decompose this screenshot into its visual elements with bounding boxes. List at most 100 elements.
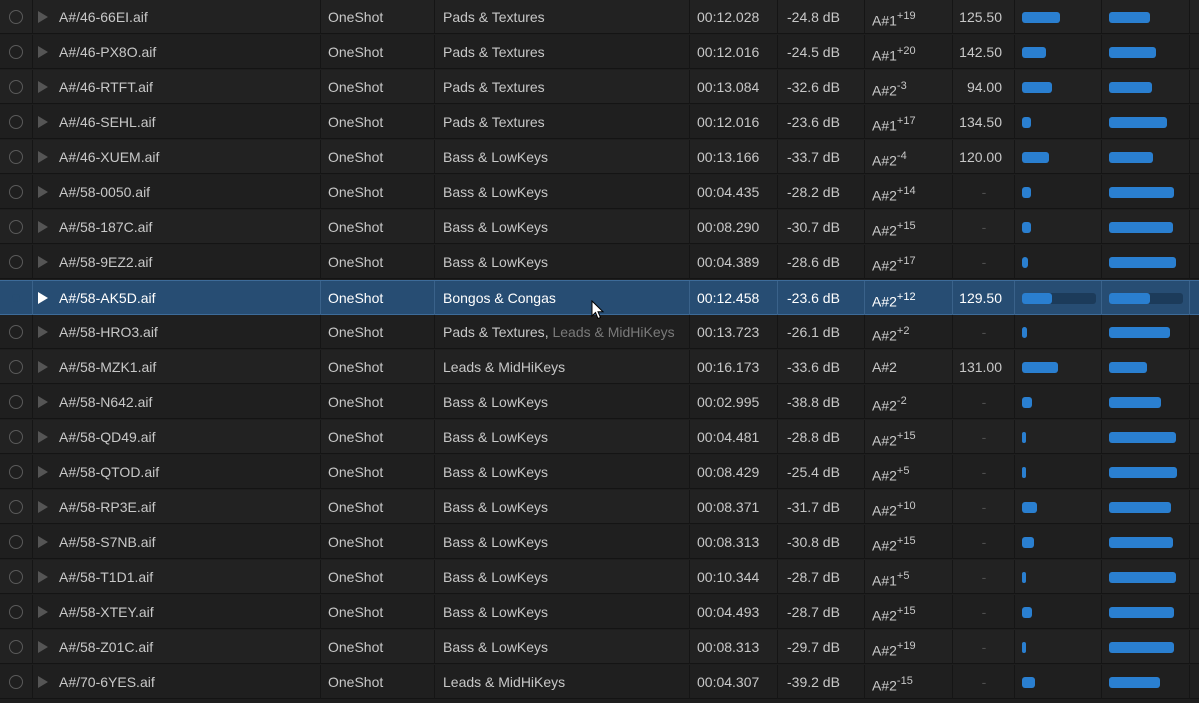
select-radio[interactable] (9, 605, 23, 619)
table-row[interactable]: A#/58-T1D1.aif OneShot Bass & LowKeys 00:10… (0, 560, 1199, 594)
play-button[interactable] (38, 350, 50, 384)
sample-category[interactable]: Pads & Textures (443, 0, 683, 34)
play-button[interactable] (38, 0, 50, 34)
sample-category[interactable]: Bass & LowKeys (443, 385, 683, 419)
sample-category[interactable]: Bongos & Congas (443, 281, 683, 315)
table-row[interactable]: A#/58-HRO3.aif OneShot Pads & Textures, Le… (0, 315, 1199, 349)
select-radio[interactable] (9, 255, 23, 269)
sample-name[interactable]: A#/58-0050.aif (59, 175, 314, 209)
play-button[interactable] (38, 35, 50, 69)
sample-category[interactable]: Leads & MidHiKeys (443, 350, 683, 384)
sample-name[interactable]: A#/58-QTOD.aif (59, 455, 314, 489)
play-button[interactable] (38, 281, 50, 315)
sample-category[interactable]: Pads & Textures (443, 35, 683, 69)
select-radio[interactable] (9, 291, 23, 305)
sample-name[interactable]: A#/46-SEHL.aif (59, 105, 314, 139)
sample-category[interactable]: Pads & Textures, Leads & MidHiKeys (443, 315, 683, 349)
select-radio[interactable] (9, 535, 23, 549)
table-row[interactable]: A#/58-RP3E.aif OneShot Bass & LowKeys 00:08… (0, 490, 1199, 524)
play-button[interactable] (38, 560, 50, 594)
table-row[interactable]: A#/46-SEHL.aif OneShot Pads & Textures 00:1… (0, 105, 1199, 139)
column-divider (1189, 630, 1190, 664)
select-radio[interactable] (9, 465, 23, 479)
select-radio[interactable] (9, 220, 23, 234)
play-button[interactable] (38, 665, 50, 699)
sample-category[interactable]: Pads & Textures (443, 105, 683, 139)
sample-category[interactable]: Bass & LowKeys (443, 525, 683, 559)
table-row[interactable]: A#/70-6YES.aif OneShot Leads & MidHiKeys 00… (0, 665, 1199, 699)
select-radio[interactable] (9, 185, 23, 199)
sample-category[interactable]: Bass & LowKeys (443, 420, 683, 454)
play-button[interactable] (38, 630, 50, 664)
table-row[interactable]: A#/58-QD49.aif OneShot Bass & LowKeys 00:04… (0, 420, 1199, 454)
sample-name[interactable]: A#/46-XUEM.aif (59, 140, 314, 174)
sample-category[interactable]: Leads & MidHiKeys (443, 665, 683, 699)
table-row[interactable]: A#/58-MZK1.aif OneShot Leads & MidHiKeys 00… (0, 350, 1199, 384)
sample-name[interactable]: A#/58-AK5D.aif (59, 281, 314, 315)
table-row[interactable]: A#/58-N642.aif OneShot Bass & LowKeys 00:02… (0, 385, 1199, 419)
sample-name[interactable]: A#/58-QD49.aif (59, 420, 314, 454)
sample-name[interactable]: A#/58-MZK1.aif (59, 350, 314, 384)
play-button[interactable] (38, 420, 50, 454)
play-button[interactable] (38, 140, 50, 174)
select-radio[interactable] (9, 10, 23, 24)
play-button[interactable] (38, 70, 50, 104)
select-radio[interactable] (9, 45, 23, 59)
play-button[interactable] (38, 455, 50, 489)
play-button[interactable] (38, 490, 50, 524)
sample-category[interactable]: Pads & Textures (443, 70, 683, 104)
table-row[interactable]: A#/58-9EZ2.aif OneShot Bass & LowKeys 00:04… (0, 245, 1199, 279)
sample-category[interactable]: Bass & LowKeys (443, 210, 683, 244)
select-radio[interactable] (9, 115, 23, 129)
play-button[interactable] (38, 525, 50, 559)
sample-name[interactable]: A#/58-RP3E.aif (59, 490, 314, 524)
table-row[interactable]: A#/58-XTEY.aif OneShot Bass & LowKeys 00:04… (0, 595, 1199, 629)
sample-name[interactable]: A#/58-XTEY.aif (59, 595, 314, 629)
table-row[interactable]: A#/46-RTFT.aif OneShot Pads & Textures 00:1… (0, 70, 1199, 104)
play-button[interactable] (38, 385, 50, 419)
select-radio[interactable] (9, 80, 23, 94)
sample-name[interactable]: A#/46-66EI.aif (59, 0, 314, 34)
table-row[interactable]: A#/58-187C.aif OneShot Bass & LowKeys 00:08… (0, 210, 1199, 244)
sample-category[interactable]: Bass & LowKeys (443, 595, 683, 629)
select-radio[interactable] (9, 360, 23, 374)
table-row[interactable]: A#/58-Z01C.aif OneShot Bass & LowKeys 00:08… (0, 630, 1199, 664)
select-radio[interactable] (9, 570, 23, 584)
select-radio[interactable] (9, 640, 23, 654)
table-row[interactable]: A#/58-S7NB.aif OneShot Bass & LowKeys 00:08… (0, 525, 1199, 559)
sample-category[interactable]: Bass & LowKeys (443, 490, 683, 524)
play-button[interactable] (38, 595, 50, 629)
sample-name[interactable]: A#/46-RTFT.aif (59, 70, 314, 104)
sample-category[interactable]: Bass & LowKeys (443, 630, 683, 664)
table-row[interactable]: A#/46-PX8O.aif OneShot Pads & Textures 00:1… (0, 35, 1199, 69)
sample-category[interactable]: Bass & LowKeys (443, 175, 683, 209)
play-button[interactable] (38, 315, 50, 349)
play-button[interactable] (38, 210, 50, 244)
table-row[interactable]: A#/58-0050.aif OneShot Bass & LowKeys 00:04… (0, 175, 1199, 209)
sample-category[interactable]: Bass & LowKeys (443, 140, 683, 174)
sample-name[interactable]: A#/58-187C.aif (59, 210, 314, 244)
sample-name[interactable]: A#/46-PX8O.aif (59, 35, 314, 69)
table-row[interactable]: A#/46-66EI.aif OneShot Pads & Textures 00:1… (0, 0, 1199, 34)
select-radio[interactable] (9, 150, 23, 164)
play-button[interactable] (38, 245, 50, 279)
sample-name[interactable]: A#/70-6YES.aif (59, 665, 314, 699)
sample-name[interactable]: A#/58-HRO3.aif (59, 315, 314, 349)
play-button[interactable] (38, 175, 50, 209)
sample-name[interactable]: A#/58-Z01C.aif (59, 630, 314, 664)
select-radio[interactable] (9, 500, 23, 514)
sample-category[interactable]: Bass & LowKeys (443, 245, 683, 279)
play-button[interactable] (38, 105, 50, 139)
table-row[interactable]: A#/58-QTOD.aif OneShot Bass & LowKeys 00:08… (0, 455, 1199, 489)
sample-name[interactable]: A#/58-N642.aif (59, 385, 314, 419)
sample-category[interactable]: Bass & LowKeys (443, 560, 683, 594)
sample-category[interactable]: Bass & LowKeys (443, 455, 683, 489)
select-radio[interactable] (9, 675, 23, 689)
select-radio[interactable] (9, 395, 23, 409)
select-radio[interactable] (9, 325, 23, 339)
sample-name[interactable]: A#/58-S7NB.aif (59, 525, 314, 559)
sample-name[interactable]: A#/58-T1D1.aif (59, 560, 314, 594)
table-row[interactable]: A#/46-XUEM.aif OneShot Bass & LowKeys 00:13… (0, 140, 1199, 174)
select-radio[interactable] (9, 430, 23, 444)
sample-name[interactable]: A#/58-9EZ2.aif (59, 245, 314, 279)
